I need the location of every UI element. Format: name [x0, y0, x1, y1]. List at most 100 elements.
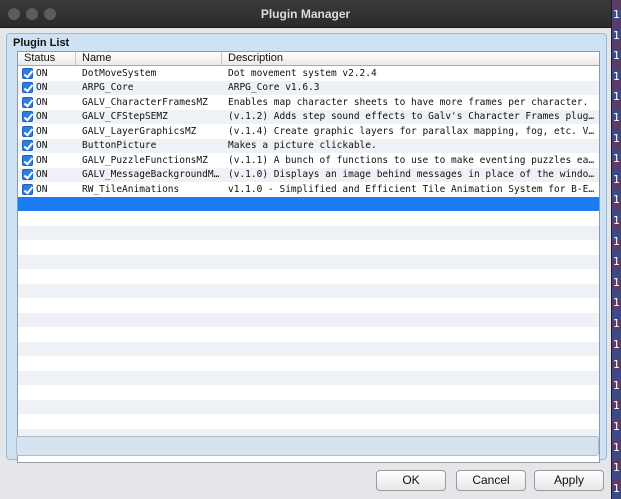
status-text: ON — [36, 154, 48, 166]
table-row[interactable]: ON DotMoveSystem Dot movement system v2.2.… — [18, 66, 599, 81]
plugin-description-cell: Enables map character sheets to have mor… — [228, 96, 589, 108]
enabled-checkbox[interactable] — [22, 125, 33, 137]
status-cell[interactable]: ON — [18, 96, 76, 108]
plugin-description-cell: v1.1.0 - Simplified and Efficient Tile A… — [228, 183, 599, 195]
background-number: 1 — [613, 90, 620, 104]
background-number: 1 — [613, 481, 620, 495]
empty-row[interactable] — [18, 385, 599, 400]
plugin-name-cell: GALV_CFStepSEMZ — [82, 111, 168, 123]
status-text: ON — [36, 183, 48, 195]
background-number: 1 — [613, 172, 620, 186]
plugin-list-panel: Plugin List Status Name Description ON Do… — [6, 33, 607, 463]
background-number: 1 — [613, 420, 620, 433]
description-column-header[interactable]: Description — [222, 52, 599, 65]
background-number: 1 — [613, 49, 620, 63]
ok-button[interactable]: OK — [376, 470, 446, 491]
table-body: ON DotMoveSystem Dot movement system v2.2.… — [18, 66, 599, 458]
apply-button[interactable]: Apply — [534, 470, 604, 491]
status-text: ON — [36, 125, 48, 137]
table-row[interactable]: ON ARPG_Core ARPG_Core v1.6.3 — [18, 80, 599, 95]
plugin-description-cell: Dot movement system v2.2.4 — [228, 67, 377, 79]
background-number: 1 — [613, 337, 620, 351]
background-number: 1 — [613, 358, 620, 372]
background-number: 1 — [613, 111, 620, 124]
background-number: 1 — [613, 440, 620, 454]
status-cell[interactable]: ON — [18, 125, 76, 137]
plugin-description-cell: Makes a picture clickable. — [228, 140, 377, 152]
empty-row[interactable] — [18, 341, 599, 356]
plugin-description-cell: (v.1.1) A bunch of functions to use to m… — [228, 154, 599, 166]
empty-row[interactable] — [18, 399, 599, 414]
status-cell[interactable]: ON — [18, 154, 76, 166]
status-cell[interactable]: ON — [18, 140, 76, 152]
background-number: 1 — [613, 193, 620, 207]
enabled-checkbox[interactable] — [22, 67, 33, 79]
enabled-checkbox[interactable] — [22, 154, 33, 166]
table-row[interactable]: ON GALV_CharacterFramesMZ Enables map char… — [18, 95, 599, 110]
empty-row[interactable] — [18, 254, 599, 269]
status-cell[interactable]: ON — [18, 183, 76, 195]
status-cell[interactable]: ON — [18, 67, 76, 79]
table-row[interactable]: ON GALV_LayerGraphicsMZ (v.1.4) Create gra… — [18, 124, 599, 139]
enabled-checkbox[interactable] — [22, 82, 33, 94]
empty-row-selected[interactable] — [18, 196, 599, 211]
enabled-checkbox[interactable] — [22, 169, 33, 181]
plugin-name-cell: DotMoveSystem — [82, 67, 157, 79]
enabled-checkbox[interactable] — [22, 183, 33, 195]
background-number: 1 — [613, 234, 620, 248]
empty-row[interactable] — [18, 298, 599, 313]
plugin-manager-window: Plugin Manager Plugin List Status Name D… — [0, 0, 612, 499]
table-row[interactable]: ON GALV_MessageBackgroundMZ 2 (v.1.0) Disp… — [18, 167, 599, 182]
table-header: Status Name Description — [18, 52, 599, 66]
status-text: ON — [36, 140, 48, 152]
enabled-checkbox[interactable] — [22, 96, 33, 108]
background-number: 1 — [613, 296, 620, 310]
status-cell[interactable]: ON — [18, 82, 76, 94]
table-row[interactable]: ON RW_TileAnimations v1.1.0 - Simplified a… — [18, 182, 599, 197]
plugin-description-cell: (v.1.2) Adds step sound effects to Galv'… — [228, 111, 599, 123]
plugin-description-cell: ARPG_Core v1.6.3 — [228, 82, 320, 94]
plugin-name-cell: RW_TileAnimations — [82, 183, 180, 195]
background-number: 1 — [613, 461, 620, 475]
status-column-header[interactable]: Status — [18, 52, 76, 65]
status-text: ON — [36, 96, 48, 108]
plugin-help-bar — [16, 436, 599, 456]
plugin-name-cell: GALV_MessageBackgroundMZ 2 — [82, 169, 222, 181]
status-text: ON — [36, 169, 48, 181]
empty-row[interactable] — [18, 225, 599, 240]
window-title: Plugin Manager — [260, 7, 351, 21]
background-number: 1 — [613, 131, 620, 145]
plugin-name-cell: ButtonPicture — [82, 140, 157, 152]
empty-row[interactable] — [18, 211, 599, 226]
empty-row[interactable] — [18, 240, 599, 255]
table-row[interactable]: ON GALV_CFStepSEMZ (v.1.2) Adds step sound… — [18, 109, 599, 124]
plugin-name-cell: GALV_LayerGraphicsMZ — [82, 125, 197, 137]
status-cell[interactable]: ON — [18, 169, 76, 181]
empty-row[interactable] — [18, 327, 599, 342]
background-number: 1 — [613, 152, 620, 166]
empty-row[interactable] — [18, 370, 599, 385]
plugin-table[interactable]: Status Name Description ON DotMoveSystem D… — [17, 51, 600, 463]
plugin-name-cell: ARPG_Core — [82, 82, 134, 94]
empty-row[interactable] — [18, 414, 599, 429]
plugin-description-cell: (v.1.4) Create graphic layers for parall… — [228, 125, 599, 137]
empty-row[interactable] — [18, 312, 599, 327]
background-number: 1 — [613, 399, 620, 413]
status-text: ON — [36, 82, 48, 94]
table-row[interactable]: ON ButtonPicture Makes a picture clickable… — [18, 138, 599, 153]
empty-row[interactable] — [18, 269, 599, 284]
enabled-checkbox[interactable] — [22, 140, 33, 152]
plugin-list-label: Plugin List — [13, 37, 70, 49]
plugin-name-cell: GALV_CharacterFramesMZ — [82, 96, 208, 108]
status-cell[interactable]: ON — [18, 111, 76, 123]
background-number: 1 — [613, 28, 620, 42]
table-row[interactable]: ON GALV_PuzzleFunctionsMZ (v.1.1) A bunch … — [18, 153, 599, 168]
background-number: 1 — [613, 378, 620, 392]
cancel-button[interactable]: Cancel — [456, 470, 526, 491]
empty-row[interactable] — [18, 356, 599, 371]
enabled-checkbox[interactable] — [22, 111, 33, 123]
empty-row[interactable] — [18, 283, 599, 298]
background-number: 1 — [613, 255, 620, 269]
name-column-header[interactable]: Name — [76, 52, 222, 65]
background-number: 1 — [613, 69, 620, 83]
